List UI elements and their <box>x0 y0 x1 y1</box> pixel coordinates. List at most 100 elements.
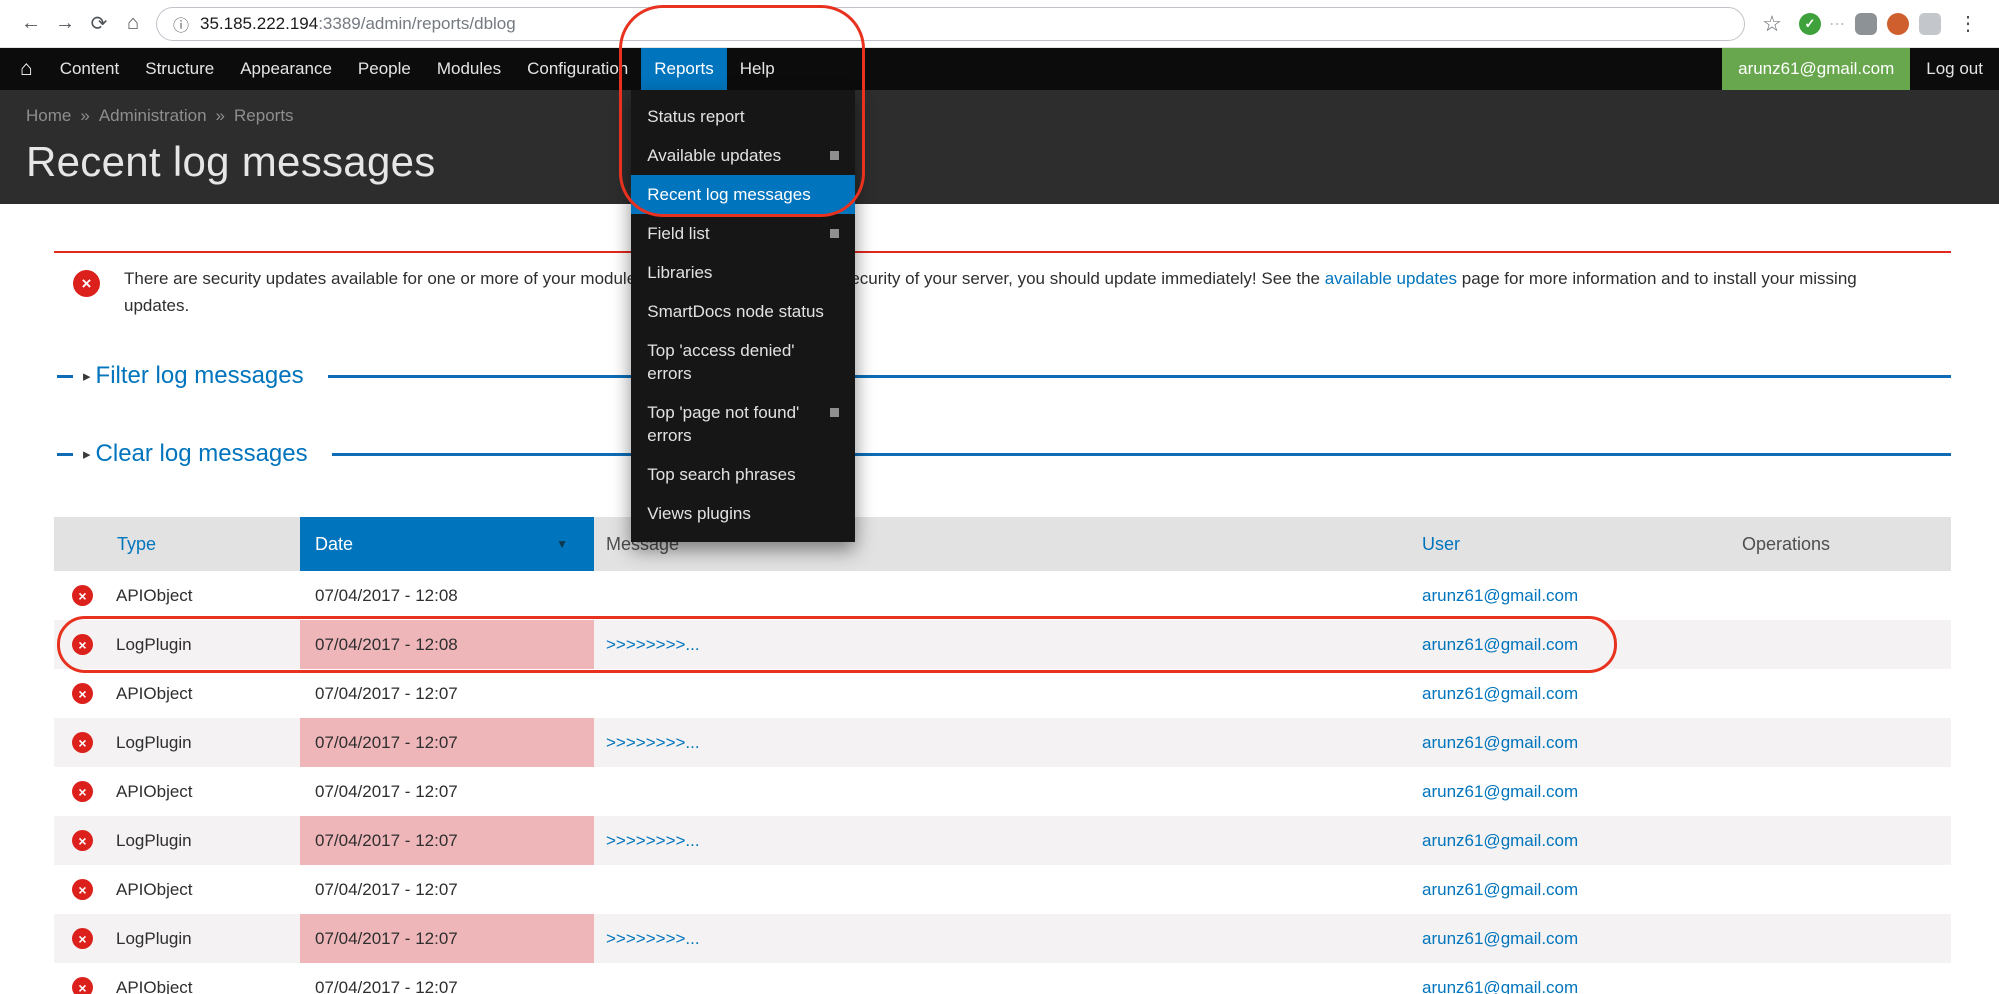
log-user-link[interactable]: arunz61@gmail.com <box>1422 831 1578 850</box>
log-user-link[interactable]: arunz61@gmail.com <box>1422 880 1578 899</box>
date-header-label: Date <box>315 534 353 554</box>
menu-item-views-plugins[interactable]: Views plugins <box>631 494 855 533</box>
log-user-link[interactable]: arunz61@gmail.com <box>1422 978 1578 994</box>
breadcrumb-reports[interactable]: Reports <box>234 106 294 126</box>
extension-screenshot-icon[interactable] <box>1919 13 1941 35</box>
error-x-glyph: × <box>78 735 86 751</box>
error-icon: × <box>72 634 93 655</box>
toolbar-item-content[interactable]: Content <box>47 48 133 90</box>
menu-item-top-search-phrases[interactable]: Top search phrases <box>631 455 855 494</box>
log-type: LogPlugin <box>116 929 192 948</box>
forward-icon[interactable]: → <box>48 7 82 41</box>
clear-log-messages-fieldset: ▸ Clear log messages <box>54 439 1951 469</box>
back-icon[interactable]: ← <box>14 7 48 41</box>
menu-item-smartdocs-node-status[interactable]: SmartDocs node status <box>631 292 855 331</box>
log-operations <box>1708 865 1951 914</box>
toolbar-item-help[interactable]: Help <box>727 48 788 90</box>
browser-home-icon[interactable]: ⌂ <box>116 7 150 41</box>
logout-button[interactable]: Log out <box>1910 48 1999 90</box>
url-bar[interactable]: ⓘ 35.185.222.194:3389/admin/reports/dblo… <box>156 7 1745 41</box>
fieldset-line <box>328 375 1951 378</box>
menu-item-top-access-denied[interactable]: Top 'access denied' errors <box>631 331 855 393</box>
info-icon[interactable]: ⓘ <box>173 12 189 36</box>
extension-gray-icon[interactable] <box>1855 13 1877 35</box>
error-icon: × <box>72 830 93 851</box>
log-message-link[interactable]: >>>>>>>>... <box>606 831 700 850</box>
log-operations <box>1708 718 1951 767</box>
sort-by-date[interactable]: Date ▼ <box>300 517 594 571</box>
sort-by-user[interactable]: User <box>1422 534 1460 554</box>
fieldset-title: Clear log messages <box>96 440 308 468</box>
update-badge <box>830 408 839 417</box>
log-operations <box>1708 620 1951 669</box>
extension-check-icon[interactable]: ✓ <box>1799 13 1821 35</box>
log-message-link[interactable]: >>>>>>>>... <box>606 929 700 948</box>
log-messages-table: Type Date▼ Message User Operations ×APIO… <box>54 517 1951 994</box>
error-icon: × <box>72 781 93 802</box>
log-operations <box>1708 669 1951 718</box>
error-x-glyph: × <box>82 274 92 294</box>
menu-item-top-page-not-found[interactable]: Top 'page not found' errors <box>631 393 855 455</box>
breadcrumb: Home » Administration » Reports <box>26 106 1999 126</box>
menu-item-available-updates[interactable]: Available updates <box>631 136 855 175</box>
toolbar-item-people[interactable]: People <box>345 48 424 90</box>
sort-by-type[interactable]: Type <box>117 534 156 554</box>
log-user-link[interactable]: arunz61@gmail.com <box>1422 733 1578 752</box>
error-x-glyph: × <box>78 637 86 653</box>
toolbar-item-configuration[interactable]: Configuration <box>514 48 641 90</box>
drupal-home-icon[interactable]: ⌂ <box>6 48 47 90</box>
breadcrumb-separator: » <box>80 106 89 126</box>
log-type: LogPlugin <box>116 831 192 850</box>
error-message-text: There are security updates available for… <box>124 265 1924 319</box>
breadcrumb-separator: » <box>216 106 225 126</box>
log-date: 07/04/2017 - 12:08 <box>300 620 594 669</box>
main-content: × There are security updates available f… <box>0 251 1999 994</box>
table-row: × APIObject 07/04/2017 - 12:07 arunz61@gm… <box>54 963 1951 994</box>
menu-item-recent-log-messages[interactable]: Recent log messages <box>631 175 855 214</box>
toolbar-item-modules[interactable]: Modules <box>424 48 514 90</box>
available-updates-link[interactable]: available updates <box>1325 269 1457 288</box>
log-user-link[interactable]: arunz61@gmail.com <box>1422 782 1578 801</box>
browser-toolbar: ← → ⟳ ⌂ ⓘ 35.185.222.194:3389/admin/repo… <box>0 0 1999 48</box>
breadcrumb-home[interactable]: Home <box>26 106 71 126</box>
error-icon: × <box>73 270 100 297</box>
error-x-glyph: × <box>78 980 86 994</box>
reload-icon[interactable]: ⟳ <box>82 7 116 41</box>
url-path: :3389/admin/reports/dblog <box>318 14 516 34</box>
admin-toolbar: ⌂ Content Structure Appearance People Mo… <box>0 48 1999 90</box>
log-user-link[interactable]: arunz61@gmail.com <box>1422 586 1578 605</box>
menu-item-libraries[interactable]: Libraries <box>631 253 855 292</box>
log-type: APIObject <box>116 978 193 994</box>
toolbar-item-reports[interactable]: Reports Status report Available updates … <box>641 48 727 90</box>
sort-desc-icon: ▼ <box>556 537 568 551</box>
log-date: 07/04/2017 - 12:07 <box>300 963 594 994</box>
bookmark-star-icon[interactable]: ☆ <box>1755 7 1789 41</box>
error-x-glyph: × <box>78 882 86 898</box>
table-row: ×LogPlugin 07/04/2017 - 12:07 >>>>>>>>..… <box>54 718 1951 767</box>
table-row: ×APIObject 07/04/2017 - 12:08 arunz61@gm… <box>54 571 1951 620</box>
log-date: 07/04/2017 - 12:07 <box>300 669 594 718</box>
menu-item-label: Views plugins <box>647 502 839 525</box>
log-user-link[interactable]: arunz61@gmail.com <box>1422 929 1578 948</box>
log-user-link[interactable]: arunz61@gmail.com <box>1422 684 1578 703</box>
clear-fieldset-toggle[interactable]: ▸ Clear log messages <box>83 440 308 468</box>
extension-overflow-icon[interactable]: ⋯ <box>1829 14 1845 34</box>
reports-dropdown-menu: Status report Available updates Recent l… <box>631 90 855 542</box>
toolbar-item-structure[interactable]: Structure <box>132 48 227 90</box>
log-message-link[interactable]: >>>>>>>>... <box>606 635 700 654</box>
breadcrumb-administration[interactable]: Administration <box>99 106 207 126</box>
menu-item-label: Recent log messages <box>647 183 839 206</box>
menu-item-status-report[interactable]: Status report <box>631 97 855 136</box>
page-header: Home » Administration » Reports Recent l… <box>0 90 1999 204</box>
account-email-badge[interactable]: arunz61@gmail.com <box>1722 48 1910 90</box>
error-icon: × <box>72 683 93 704</box>
log-type: APIObject <box>116 880 193 899</box>
menu-item-field-list[interactable]: Field list <box>631 214 855 253</box>
menu-item-label: Libraries <box>647 261 839 284</box>
log-message-link[interactable]: >>>>>>>>... <box>606 733 700 752</box>
filter-fieldset-toggle[interactable]: ▸ Filter log messages <box>83 362 304 390</box>
log-user-link[interactable]: arunz61@gmail.com <box>1422 635 1578 654</box>
browser-menu-icon[interactable]: ⋮ <box>1951 7 1985 41</box>
extension-orange-icon[interactable] <box>1887 13 1909 35</box>
toolbar-item-appearance[interactable]: Appearance <box>227 48 345 90</box>
